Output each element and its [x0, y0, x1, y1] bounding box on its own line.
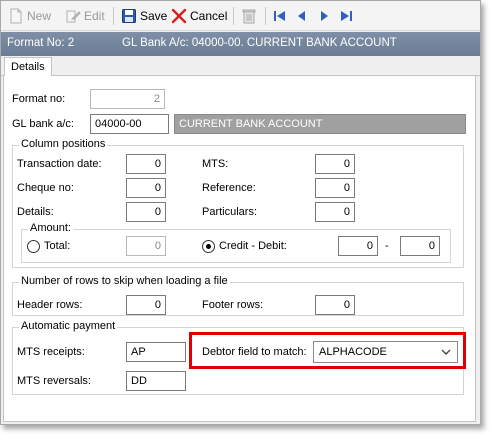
- amount-title: Amount:: [28, 222, 73, 234]
- new-button[interactable]: New: [8, 7, 51, 25]
- reference-field[interactable]: 0: [315, 178, 355, 198]
- tab-details[interactable]: Details: [4, 57, 52, 77]
- column-positions-group: Column positions Transaction date: 0 Che…: [12, 138, 464, 268]
- credit-debit-radio[interactable]: [202, 240, 215, 253]
- next-record-button[interactable]: [317, 9, 331, 23]
- previous-record-button[interactable]: [295, 9, 309, 23]
- automatic-payment-title: Automatic payment: [19, 320, 118, 332]
- format-no-field[interactable]: 2: [90, 89, 165, 109]
- highlight-box: [189, 332, 466, 369]
- header-rows-field[interactable]: 0: [126, 295, 166, 315]
- new-document-icon: [8, 8, 24, 24]
- mts-label: MTS:: [202, 158, 229, 170]
- credit-field[interactable]: 0: [338, 236, 378, 256]
- last-record-icon: [341, 11, 352, 21]
- delete-button[interactable]: [241, 7, 260, 25]
- first-record-icon: [274, 11, 285, 21]
- gl-bank-code-field[interactable]: 04000-00: [90, 114, 169, 134]
- edit-icon: [65, 8, 81, 24]
- gl-bank-label: GL bank a/c:: [12, 118, 74, 130]
- details-label: Details:: [17, 206, 54, 218]
- gl-bank-name-field: CURRENT BANK ACCOUNT: [174, 114, 466, 134]
- header-gl-bank: GL Bank A/c: 04000-00. CURRENT BANK ACCO…: [122, 37, 397, 49]
- cancel-label: Cancel: [190, 9, 228, 23]
- header-format-no: Format No: 2: [7, 37, 75, 49]
- particulars-label: Particulars:: [202, 206, 258, 218]
- format-window: New Edit Save Cancel Format No: 2 GL Ban…: [0, 0, 481, 425]
- format-no-label: Format no:: [12, 93, 66, 105]
- debit-field[interactable]: 0: [400, 236, 440, 256]
- save-disk-icon: [121, 8, 137, 24]
- mts-field[interactable]: 0: [315, 154, 355, 174]
- header-rows-label: Header rows:: [17, 299, 83, 311]
- save-label: Save: [140, 9, 168, 23]
- last-record-button[interactable]: [339, 9, 353, 23]
- first-record-button[interactable]: [273, 9, 287, 23]
- credit-debit-label: Credit - Debit:: [219, 240, 287, 252]
- toolbar-separator: [265, 7, 266, 25]
- previous-record-icon: [298, 11, 305, 21]
- save-button[interactable]: Save: [121, 7, 167, 25]
- cheque-no-field[interactable]: 0: [126, 178, 166, 198]
- trash-icon: [241, 8, 257, 24]
- record-header: Format No: 2 GL Bank A/c: 04000-00. CURR…: [1, 32, 480, 56]
- footer-rows-label: Footer rows:: [202, 299, 264, 311]
- tab-strip: Details: [1, 56, 480, 77]
- total-field[interactable]: 0: [126, 236, 166, 256]
- total-label: Total:: [44, 240, 71, 252]
- new-label: New: [27, 9, 52, 23]
- mts-receipts-field[interactable]: AP: [126, 342, 186, 362]
- mts-receipts-label: MTS receipts:: [17, 346, 85, 358]
- details-field[interactable]: 0: [126, 202, 166, 222]
- cancel-x-icon: [171, 8, 187, 24]
- transaction-date-field[interactable]: 0: [126, 154, 166, 174]
- details-panel: Format no: 2 GL bank a/c: 04000-00 CURRE…: [3, 76, 476, 422]
- toolbar-separator: [233, 7, 234, 25]
- particulars-field[interactable]: 0: [315, 202, 355, 222]
- edit-label: Edit: [84, 9, 105, 23]
- transaction-date-label: Transaction date:: [17, 158, 102, 170]
- column-positions-title: Column positions: [19, 138, 108, 150]
- amount-group: Amount: Total: 0 Credit - Debit: 0 - 0: [21, 222, 451, 263]
- toolbar-separator: [113, 7, 114, 25]
- mts-reversals-field[interactable]: DD: [126, 371, 186, 391]
- toolbar: New Edit Save Cancel: [1, 1, 480, 31]
- skip-rows-title: Number of rows to skip when loading a fi…: [19, 275, 230, 287]
- skip-rows-group: Number of rows to skip when loading a fi…: [12, 275, 464, 316]
- total-radio[interactable]: [27, 240, 40, 253]
- cheque-no-label: Cheque no:: [17, 182, 74, 194]
- cancel-button[interactable]: Cancel: [171, 7, 227, 25]
- radio-selected-dot: [206, 244, 211, 249]
- reference-label: Reference:: [202, 182, 256, 194]
- edit-button[interactable]: Edit: [65, 7, 105, 25]
- footer-rows-field[interactable]: 0: [315, 295, 355, 315]
- credit-debit-dash: -: [385, 240, 389, 252]
- next-record-icon: [321, 11, 328, 21]
- mts-reversals-label: MTS reversals:: [17, 375, 91, 387]
